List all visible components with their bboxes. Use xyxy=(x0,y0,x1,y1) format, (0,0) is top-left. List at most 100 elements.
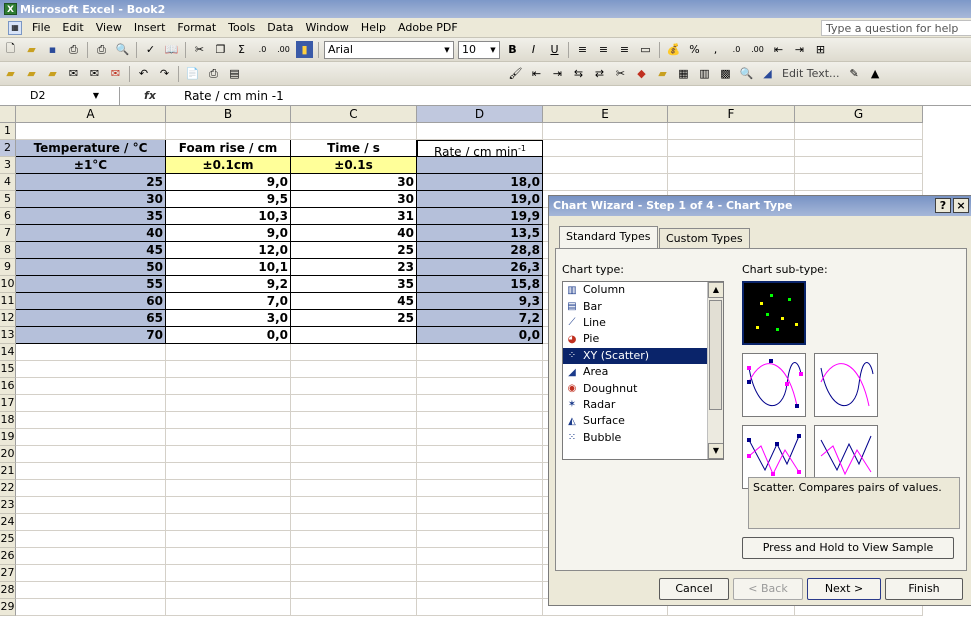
cell-c6[interactable]: 31 xyxy=(291,208,417,225)
calendar-icon[interactable]: ▤ xyxy=(226,65,243,82)
row-header-5[interactable]: 5 xyxy=(0,191,16,208)
cell-a23[interactable] xyxy=(16,497,166,514)
cell-a6[interactable]: 35 xyxy=(16,208,166,225)
edit-icon[interactable]: ✎ xyxy=(846,65,863,82)
underline-icon[interactable]: U xyxy=(546,41,563,58)
row-header-24[interactable]: 24 xyxy=(0,514,16,531)
cell-d15[interactable] xyxy=(417,361,543,378)
cell-e3[interactable] xyxy=(543,157,668,174)
menu-window[interactable]: Window xyxy=(300,21,355,34)
select-all-corner[interactable] xyxy=(0,106,16,123)
cell-d25[interactable] xyxy=(417,531,543,548)
cell-b23[interactable] xyxy=(166,497,291,514)
finish-button[interactable]: Finish xyxy=(885,578,963,600)
cell-b8[interactable]: 12,0 xyxy=(166,242,291,259)
cell-b14[interactable] xyxy=(166,344,291,361)
cell-d18[interactable] xyxy=(417,412,543,429)
cell-b2[interactable]: Foam rise / cm xyxy=(166,140,291,157)
chart-wizard-icon[interactable]: ▮ xyxy=(296,41,313,58)
send-icon[interactable]: ✉ xyxy=(86,65,103,82)
reply-icon[interactable]: ✉ xyxy=(107,65,124,82)
currency-icon[interactable]: 💰 xyxy=(665,41,682,58)
indent-icon[interactable]: ⇥ xyxy=(549,65,566,82)
cell-a4[interactable]: 25 xyxy=(16,174,166,191)
cancel-button[interactable]: Cancel xyxy=(659,578,729,600)
subtype-smooth-lines-markers[interactable] xyxy=(742,353,806,417)
menu-file[interactable]: File xyxy=(26,21,56,34)
cell-e2[interactable] xyxy=(543,140,668,157)
scroll-up-icon[interactable]: ▲ xyxy=(708,282,723,298)
decrease-decimal-2-icon[interactable]: .00 xyxy=(749,41,766,58)
cell-d5[interactable]: 19,0 xyxy=(417,191,543,208)
list-scrollbar[interactable]: ▲ ▼ xyxy=(707,282,723,459)
chart-icon[interactable]: ▥ xyxy=(696,65,713,82)
highlight-icon[interactable]: ▲ xyxy=(867,65,884,82)
new-icon[interactable]: 🗋 xyxy=(2,41,19,58)
cell-d22[interactable] xyxy=(417,480,543,497)
formula-input[interactable]: Rate / cm min -1 xyxy=(180,89,284,103)
tab-custom-types[interactable]: Custom Types xyxy=(659,228,750,248)
shrink-icon[interactable]: ⇆ xyxy=(570,65,587,82)
row-header-3[interactable]: 3 xyxy=(0,157,16,174)
scroll-thumb[interactable] xyxy=(709,300,722,410)
cell-d17[interactable] xyxy=(417,395,543,412)
cell-a7[interactable]: 40 xyxy=(16,225,166,242)
row-header-20[interactable]: 20 xyxy=(0,446,16,463)
decrease-indent-icon[interactable]: ⇤ xyxy=(770,41,787,58)
row-header-13[interactable]: 13 xyxy=(0,327,16,344)
chart-type-column[interactable]: ▥ Column xyxy=(563,282,723,298)
menu-help[interactable]: Help xyxy=(355,21,392,34)
row-header-11[interactable]: 11 xyxy=(0,293,16,310)
cell-d1[interactable] xyxy=(417,123,543,140)
cell-b16[interactable] xyxy=(166,378,291,395)
cell-c3[interactable]: ±0.1s xyxy=(291,157,417,174)
name-box[interactable]: D2 ▼ xyxy=(0,86,120,105)
chart-type-surface[interactable]: ◭ Surface xyxy=(563,413,723,429)
cell-c8[interactable]: 25 xyxy=(291,242,417,259)
cell-d3[interactable] xyxy=(417,157,543,174)
cell-c7[interactable]: 40 xyxy=(291,225,417,242)
cell-a13[interactable]: 70 xyxy=(16,327,166,344)
cell-d7[interactable]: 13,5 xyxy=(417,225,543,242)
cell-g2[interactable] xyxy=(795,140,923,157)
cell-b22[interactable] xyxy=(166,480,291,497)
borders-icon[interactable]: ⊞ xyxy=(812,41,829,58)
cell-c1[interactable] xyxy=(291,123,417,140)
cell-c10[interactable]: 35 xyxy=(291,276,417,293)
edit-text-button[interactable]: Edit Text... xyxy=(782,67,840,80)
menu-adobe-pdf[interactable]: Adobe PDF xyxy=(392,21,464,34)
research-icon[interactable]: 📖 xyxy=(163,41,180,58)
subtype-smooth-lines[interactable] xyxy=(814,353,878,417)
cell-a8[interactable]: 45 xyxy=(16,242,166,259)
copy-icon[interactable]: ❐ xyxy=(212,41,229,58)
cell-b17[interactable] xyxy=(166,395,291,412)
cell-d24[interactable] xyxy=(417,514,543,531)
cell-d21[interactable] xyxy=(417,463,543,480)
cell-d8[interactable]: 28,8 xyxy=(417,242,543,259)
row-header-29[interactable]: 29 xyxy=(0,599,16,616)
cell-d19[interactable] xyxy=(417,429,543,446)
column-header-e[interactable]: E xyxy=(543,106,668,123)
cell-b10[interactable]: 9,2 xyxy=(166,276,291,293)
cell-a19[interactable] xyxy=(16,429,166,446)
cell-a18[interactable] xyxy=(16,412,166,429)
cell-c9[interactable]: 23 xyxy=(291,259,417,276)
expand-icon[interactable]: ⇄ xyxy=(591,65,608,82)
cell-a9[interactable]: 50 xyxy=(16,259,166,276)
cell-f1[interactable] xyxy=(668,123,795,140)
comma-icon[interactable]: , xyxy=(707,41,724,58)
cell-a12[interactable]: 65 xyxy=(16,310,166,327)
cell-d27[interactable] xyxy=(417,565,543,582)
cell-a22[interactable] xyxy=(16,480,166,497)
cell-b25[interactable] xyxy=(166,531,291,548)
cell-d23[interactable] xyxy=(417,497,543,514)
cell-a24[interactable] xyxy=(16,514,166,531)
cell-a29[interactable] xyxy=(16,599,166,616)
column-header-a[interactable]: A xyxy=(16,106,166,123)
back-button[interactable]: < Back xyxy=(733,578,803,600)
cell-b18[interactable] xyxy=(166,412,291,429)
diamond-icon[interactable]: ◆ xyxy=(633,65,650,82)
increase-decimal-icon[interactable]: .0 xyxy=(254,41,271,58)
cell-b6[interactable]: 10,3 xyxy=(166,208,291,225)
cell-d9[interactable]: 26,3 xyxy=(417,259,543,276)
